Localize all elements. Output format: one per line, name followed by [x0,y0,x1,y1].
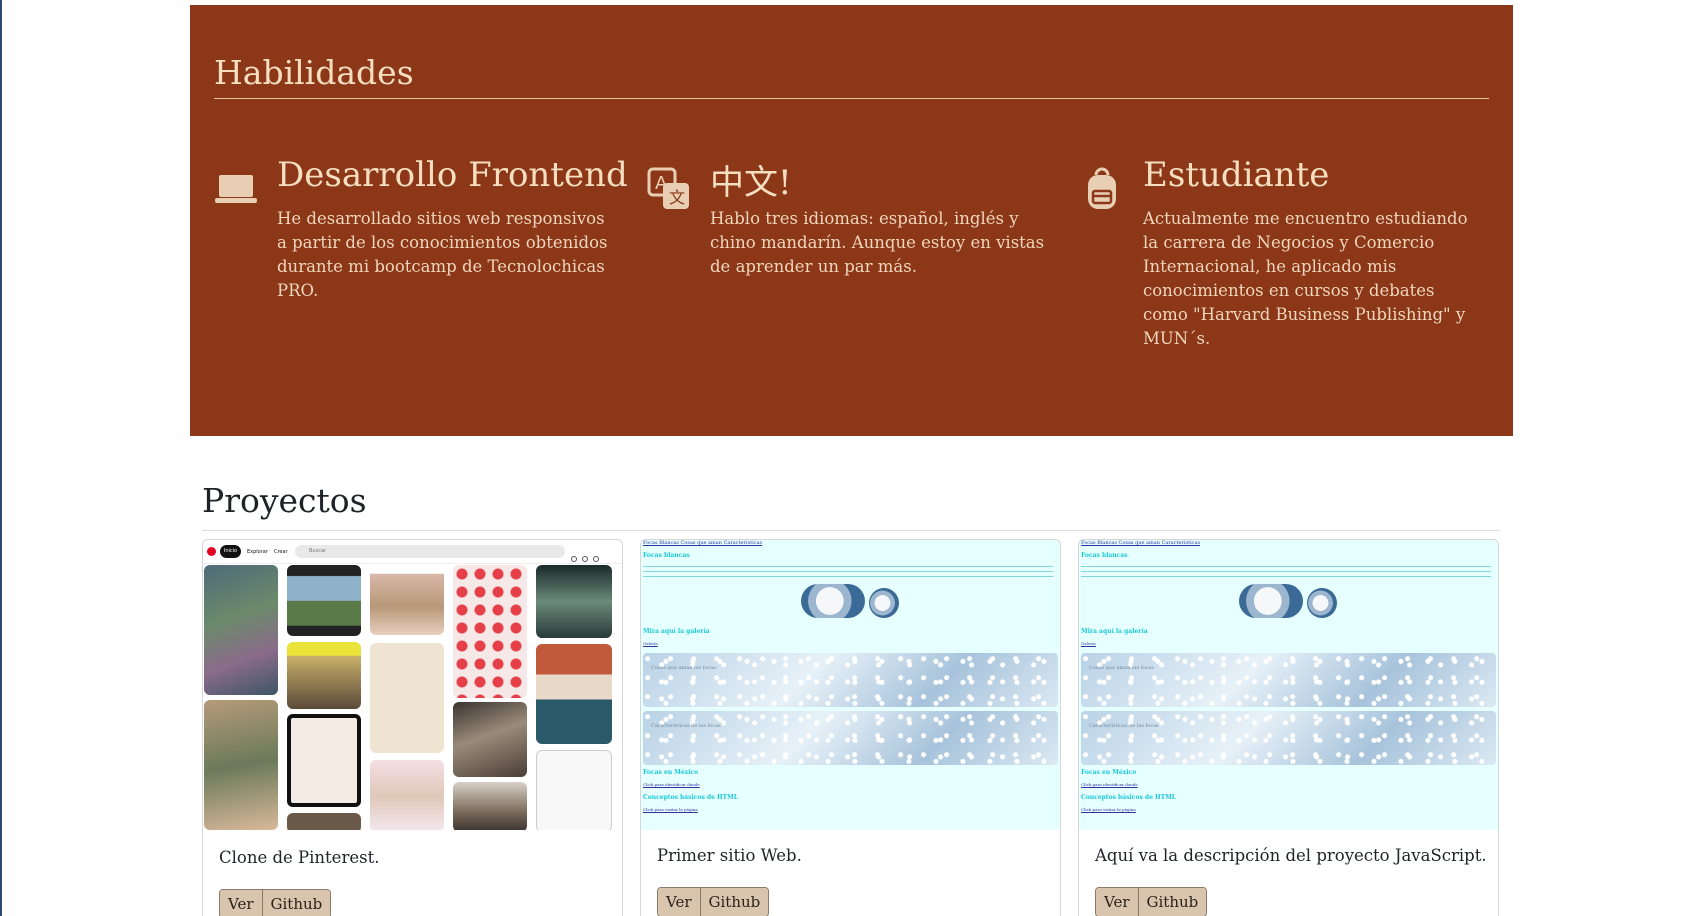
project-button-group: Ver Github [219,889,332,916]
project-button-group: Ver Github [657,887,770,916]
seal-site-box: Cosas que aman las focas [1081,653,1496,707]
skill-text: Hablo tres idiomas: español, inglés y ch… [710,209,1045,276]
seal-site-box: Cosas que aman las focas [643,653,1058,707]
skills-section: Habilidades Desarrollo Frontend He desar… [190,5,1513,436]
seal-image [1239,584,1303,618]
pinterest-create: Crear [274,549,288,555]
project-thumbnail[interactable]: Inicio Explorar Crear Buscar [203,540,622,830]
pin-tile [370,760,444,830]
seal-site-link: Click para identificar donde [1081,782,1138,787]
seal-site-mexico-heading: Focas en México [643,769,699,776]
pinterest-search: Buscar [295,545,565,558]
github-button[interactable]: Github [1138,888,1207,916]
pin-tile [204,565,278,695]
projects-divider [202,530,1500,531]
pin-tile [370,565,444,635]
seal-site-html-heading: Conceptos básicos de HTML [1081,794,1177,801]
seal-site-link: Click para visitar la página [643,807,698,812]
project-button-group: Ver Github [1095,887,1208,916]
translate-icon: A 文 [647,167,689,209]
skill-title: Estudiante [1143,155,1330,195]
view-button[interactable]: Ver [1096,888,1139,916]
pin-tile [536,644,612,744]
skill-text: Actualmente me encuentro estudiando la c… [1143,209,1468,348]
skill-title: 中文! [710,163,792,203]
skills-divider [214,98,1489,99]
backpack-icon [1088,167,1116,209]
pin-tile [370,643,444,753]
seal-site-gallery-link: Galería [643,641,658,646]
pin-tile [287,714,361,807]
pin-tile [536,565,612,638]
pin-tile [287,565,361,636]
skill-text: He desarrollado sitios web responsivos a… [277,209,608,300]
seal-site-nav: Focas Blancas Cosas que aman Característ… [1081,540,1201,546]
seal-site-paragraph [643,566,1053,578]
seal-site-gallery-heading: Mira aquí la galería [1081,628,1148,635]
project-description: Aquí va la descripción del proyecto Java… [1095,846,1487,865]
seal-site-paragraph [1081,566,1491,578]
laptop-icon [215,175,257,203]
seal-site-nav: Focas Blancas Cosas que aman Característ… [643,540,763,546]
project-description: Primer sitio Web. [657,846,802,865]
skills-title: Habilidades [214,53,414,92]
seal-site-gallery-link: Galería [1081,641,1096,646]
view-button[interactable]: Ver [658,888,701,916]
project-thumbnail[interactable]: Focas Blancas Cosas que aman Característ… [641,540,1060,830]
github-button[interactable]: Github [700,888,769,916]
project-description: Clone de Pinterest. [219,848,380,867]
project-card-pinterest: Inicio Explorar Crear Buscar Clone de Pi… [202,539,623,916]
seal-site-link: Click para identificar donde [643,782,700,787]
project-card-javascript: Focas Blancas Cosas que aman Característ… [1078,539,1499,916]
pin-tile [453,565,527,698]
pin-tile [287,642,361,709]
seal-site-gallery-heading: Mira aquí la galería [643,628,710,635]
seal-site-link: Click para visitar la página [1081,807,1136,812]
pin-tile [204,700,278,830]
pin-tile [453,702,527,777]
view-button[interactable]: Ver [220,890,263,916]
pinterest-home-pill: Inicio [220,545,241,558]
seal-image [869,588,899,618]
seal-site-heading: Focas blancas [643,552,690,559]
seal-site-box: Características de las focas [643,711,1058,765]
pinterest-logo [207,547,216,556]
seal-image [1307,588,1337,618]
seal-image [801,584,865,618]
seal-site-html-heading: Conceptos básicos de HTML [643,794,739,801]
pinterest-icons [566,547,616,562]
pinterest-header: Inicio Explorar Crear Buscar [203,540,622,564]
seal-site-box: Características de las focas [1081,711,1496,765]
project-card-first-site: Focas Blancas Cosas que aman Característ… [640,539,1061,916]
pin-tile [536,750,612,830]
svg-text:文: 文 [669,188,685,207]
seal-site-heading: Focas blancas [1081,552,1128,559]
pin-tile [287,813,361,830]
seal-site-mexico-heading: Focas en México [1081,769,1137,776]
pinterest-explore: Explorar [247,549,268,555]
skill-title: Desarrollo Frontend [277,155,628,195]
projects-title: Proyectos [202,481,367,520]
project-thumbnail[interactable]: Focas Blancas Cosas que aman Característ… [1079,540,1498,830]
window-edge [0,0,2,916]
github-button[interactable]: Github [262,890,331,916]
pin-tile [453,782,527,830]
